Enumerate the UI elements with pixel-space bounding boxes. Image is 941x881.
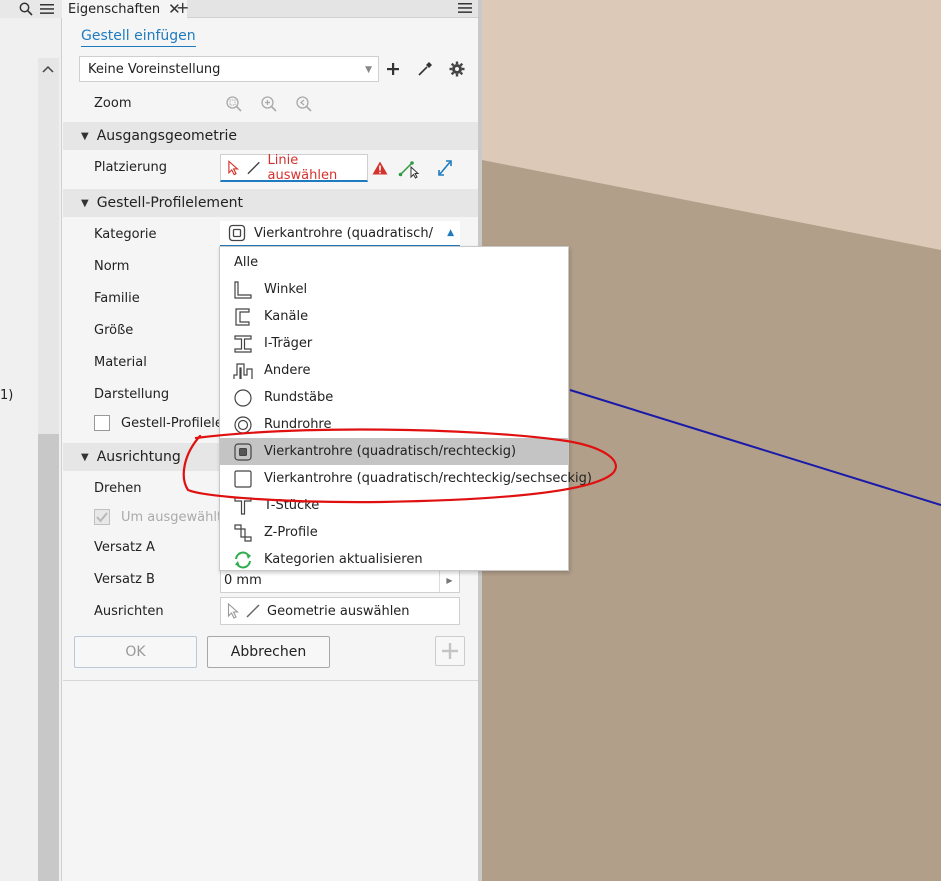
channel-icon	[235, 308, 250, 326]
browser-cut-text: 1)	[0, 388, 14, 403]
dropdown-item-i-beams[interactable]: I-Träger	[220, 330, 568, 357]
zoom-label: Zoom	[94, 96, 132, 111]
cursor-arrow-icon	[228, 159, 239, 175]
zoom-in-icon[interactable]	[258, 93, 280, 115]
section-input-geometry[interactable]: ▼ Ausgangsgeometrie	[63, 122, 478, 150]
offset-a-label: Versatz A	[94, 540, 155, 555]
offset-b-value: 0 mm	[224, 572, 262, 588]
browser-toolbar	[0, 0, 62, 18]
align-value: Geometrie auswählen	[267, 603, 410, 619]
dropdown-item-channels[interactable]: Kanäle	[220, 303, 568, 330]
flip-direction-icon[interactable]	[433, 156, 457, 180]
category-label: Kategorie	[94, 227, 157, 242]
ok-button[interactable]: OK	[74, 636, 197, 668]
eyedropper-icon[interactable]	[414, 58, 436, 80]
dropdown-item-angles[interactable]: Winkel	[220, 276, 568, 303]
category-value: Vierkantrohre (quadratisch/rechteckig)	[254, 225, 434, 241]
preset-dropdown[interactable]: Keine Voreinstellung ▼	[79, 56, 379, 82]
section-title: Ausrichtung	[96, 449, 181, 465]
zoom-out-icon[interactable]	[293, 93, 315, 115]
square-tube-icon	[234, 443, 252, 461]
section-frame-member[interactable]: ▼ Gestell-Profilelement	[63, 189, 478, 217]
line-icon	[246, 604, 260, 618]
plus-icon	[442, 643, 458, 659]
material-label: Material	[94, 355, 147, 370]
appearance-label: Darstellung	[94, 387, 170, 402]
member-checkbox[interactable]	[94, 415, 110, 431]
command-title-link[interactable]: Gestell einfügen	[81, 28, 196, 47]
hamburger-menu-icon[interactable]	[39, 1, 55, 17]
norm-label: Norm	[94, 259, 130, 274]
cancel-button[interactable]: Abbrechen	[207, 636, 330, 668]
rotate-label: Drehen	[94, 481, 142, 496]
apply-add-button[interactable]	[435, 636, 465, 666]
panel-menu-icon[interactable]	[458, 2, 472, 18]
align-select-field[interactable]: Geometrie auswählen	[220, 597, 460, 625]
dropdown-item-square-tubes[interactable]: Vierkantrohre (quadratisch/rechteckig)	[220, 438, 568, 465]
family-label: Familie	[94, 291, 140, 306]
align-label: Ausrichten	[94, 604, 164, 619]
member-checkbox-label: Gestell-Profilelement	[121, 416, 221, 431]
add-tab-icon[interactable]: +	[176, 0, 189, 16]
warning-icon	[370, 158, 390, 178]
chevron-down-icon: ▼	[365, 65, 372, 75]
browser-scrollbar-thumb[interactable]	[38, 434, 59, 881]
dropdown-item-round-bars[interactable]: Rundstäbe	[220, 384, 568, 411]
placement-label: Platzierung	[94, 160, 168, 175]
rotate-selected-checkbox[interactable]	[94, 509, 110, 525]
chevron-up-icon: ▲	[447, 228, 454, 238]
refresh-icon	[235, 551, 251, 569]
dropdown-item-all[interactable]: Alle	[220, 249, 568, 276]
collapse-triangle-icon: ▼	[81, 197, 89, 209]
placement-select-field[interactable]: Linie auswählen	[220, 152, 368, 183]
collapse-triangle-icon: ▼	[81, 451, 89, 463]
gear-icon[interactable]	[446, 58, 468, 80]
panel-separator	[63, 680, 478, 681]
section-title: Gestell-Profilelement	[96, 195, 244, 211]
section-title: Ausgangsgeometrie	[96, 128, 238, 144]
dropdown-item-tees[interactable]: T-Stücke	[220, 492, 568, 519]
round-tube-icon	[234, 416, 252, 434]
other-profile-icon	[233, 363, 253, 379]
t-profile-icon	[234, 497, 252, 515]
offset-b-label: Versatz B	[94, 572, 155, 587]
rotate-selected-label: Um ausgewählte	[121, 510, 221, 525]
dropdown-item-other[interactable]: Andere	[220, 357, 568, 384]
preset-value: Keine Voreinstellung	[88, 61, 221, 77]
size-label: Größe	[94, 323, 134, 338]
tab-properties[interactable]: Eigenschaften ✕	[63, 0, 187, 18]
dropdown-item-round-tubes[interactable]: Rundrohre	[220, 411, 568, 438]
z-profile-icon	[234, 524, 252, 542]
zoom-all-icon[interactable]	[223, 93, 245, 115]
i-beam-icon	[234, 335, 252, 353]
collapse-triangle-icon: ▼	[81, 130, 89, 142]
scroll-up-icon[interactable]	[40, 62, 56, 78]
panel-tabbar: Eigenschaften ✕ +	[63, 0, 478, 18]
category-dropdown-list: Alle Winkel Kanäle I-Träger Andere Runds…	[219, 246, 592, 573]
square-bar-icon	[234, 470, 252, 488]
placement-value: Linie auswählen	[267, 152, 338, 183]
round-bar-icon	[234, 389, 252, 407]
select-chain-icon[interactable]	[397, 156, 421, 180]
search-icon[interactable]	[18, 1, 34, 17]
model-browser-strip: 1)	[0, 0, 62, 881]
dropdown-item-square-bars[interactable]: Vierkantrohre (quadratisch/rechteckig/se…	[220, 465, 592, 492]
cursor-arrow-icon	[227, 603, 239, 619]
section-orientation[interactable]: ▼ Ausrichtung	[63, 443, 219, 471]
line-icon	[247, 161, 261, 174]
add-preset-icon[interactable]	[382, 58, 404, 80]
square-tube-icon	[228, 224, 246, 242]
angle-icon	[234, 281, 252, 299]
dropdown-item-z-profiles[interactable]: Z-Profile	[220, 519, 568, 546]
dropdown-item-refresh-categories[interactable]: Kategorien aktualisieren	[220, 546, 568, 573]
tab-title: Eigenschaften	[68, 1, 161, 17]
category-dropdown[interactable]: Vierkantrohre (quadratisch/rechteckig) ▲	[220, 221, 460, 247]
